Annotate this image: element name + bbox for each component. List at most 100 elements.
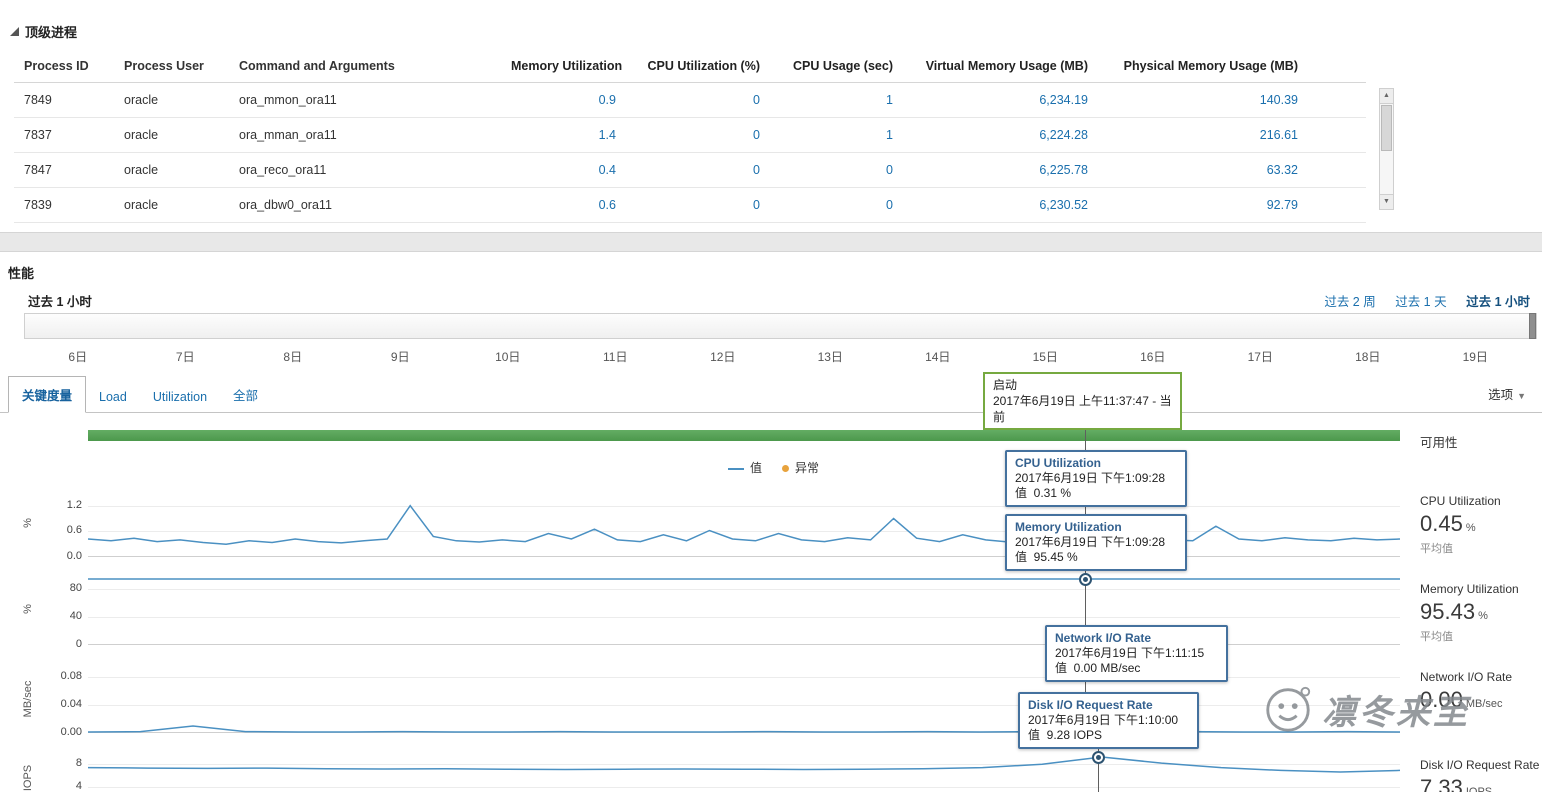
metric-average-label: 平均值 [1420,543,1453,555]
column-header-virtual-memory-usage-mb[interactable]: Virtual Memory Usage (MB) [903,50,1098,83]
date-axis: 6日 7日 8日 9日 10日 11日 12日 13日 14日 15日 16日 17日 18日 19日 [24,348,1529,365]
range-links: 过去 2 周 过去 1 天 过去 1 小时 [1308,291,1530,310]
tab-key-metrics[interactable]: 关键度量 [8,376,87,413]
anomaly-dot-icon [782,465,790,472]
availability-bar[interactable] [88,430,1400,441]
column-header-process-user[interactable]: Process User [114,50,229,83]
metric-value: 95.43 [1420,599,1476,624]
axis-unit-cpu-utilization: % [22,518,34,528]
chart-line-cpu-utilization [88,504,1400,545]
chart-axis-cpu-utilization: 1.2 0.6 0.0 [44,495,82,562]
chart-axis-disk-i-o-request-rate: 84 [44,753,82,792]
table-scrollbar[interactable]: ▲ ▼ [1379,88,1394,210]
disk-point-marker[interactable] [1092,751,1105,764]
collapse-triangle-icon[interactable] [10,27,19,36]
cell: ora_reco_ora11 [229,152,501,188]
top-processes-tbody: 7849 oracle ora_mmon_ora11 0.9 0 1 6,234.19 140… [14,82,1366,223]
callout-value: 值 0.31 % [1015,486,1072,500]
scrollbar-thumb[interactable] [1381,105,1392,151]
top-processes-header[interactable]: 顶级进程 [10,22,77,41]
cell: 92.79 [1098,187,1308,223]
date-label: 16日 [1140,350,1166,364]
performance-title: 性能 [8,266,35,281]
current-range-label: 过去 1 小时 [28,295,92,309]
date-label: 11日 [603,350,628,364]
callout-title: Network I/O Rate [1055,631,1152,645]
tick-label: 0 [75,638,82,650]
metric-name: Memory Utilization [1420,582,1519,596]
cell: oracle [114,152,229,188]
chart-disk-i-o-request-rate[interactable] [88,753,1400,792]
startup-time: 2017年6月19日 上午11:37:47 - 当前 [993,394,1172,424]
cell: 0 [626,152,770,188]
scroll-up-icon[interactable]: ▲ [1380,89,1393,104]
tab-utilization[interactable]: Utilization [140,382,220,412]
date-label: 19日 [1462,350,1488,364]
callout-title: Disk I/O Request Rate [1028,698,1153,712]
cell: 6,224.28 [903,117,1098,153]
cell: 1.4 [501,117,626,153]
column-header-memory-utilization[interactable]: Memory Utilization (%) [501,50,626,83]
cell: 0.4 [501,152,626,188]
cell: 0.6 [501,187,626,223]
metric-disk-i-o-request-rate: Disk I/O Request Rate 7.33 IOPS [1420,758,1542,792]
range-link-1day[interactable]: 过去 1 天 [1395,295,1446,309]
options-dropdown[interactable]: 选项 ▼ [1488,384,1526,412]
cell: oracle [114,117,229,153]
date-label: 12日 [710,350,736,364]
tab-all[interactable]: 全部 [220,377,271,412]
cell: 216.61 [1098,117,1308,153]
range-link-1hour[interactable]: 过去 1 小时 [1466,295,1530,309]
metric-average-label: 平均值 [1420,631,1453,643]
callout-memory-utilization: Memory Utilization 2017年6月19日 下午1:09:28 值 … [1005,514,1187,571]
metric-cpu-utilization: CPU Utilization 0.45% 平均值 [1420,494,1542,556]
availability-label: 可用性 [1420,436,1458,450]
date-label: 15日 [1032,350,1058,364]
column-header-filler [1308,50,1366,83]
legend-anomaly: 异常 [782,459,819,476]
cell: 0 [770,152,903,188]
cell-filler [1308,82,1366,118]
chart-cpu-utilization[interactable] [88,495,1400,557]
scroll-down-icon[interactable]: ▼ [1380,194,1393,209]
table-row[interactable]: 7837 oracle ora_mman_ora11 1.4 0 1 6,224.28 216… [14,117,1366,153]
metric-unit: % [1465,522,1476,534]
metric-unit: MB/sec [1465,698,1503,710]
cell: 1 [770,82,903,118]
cell: 140.39 [1098,82,1308,118]
tab-load[interactable]: Load [86,382,140,412]
memory-point-marker[interactable] [1079,573,1092,586]
cell: 7839 [14,187,114,223]
chart-axis-memory-utilization: 80 40 0 [44,578,82,650]
line-swatch-icon [728,467,744,470]
range-link-2weeks[interactable]: 过去 2 周 [1324,295,1375,309]
top-processes-table: Process ID Process User Command and Argume… [14,50,1366,223]
cell: 7849 [14,82,114,118]
watermark: 凛冬来至 [1262,683,1470,735]
callout-time: 2017年6月19日 下午1:11:15 [1055,646,1205,660]
table-row[interactable]: 7839 oracle ora_dbw0_ora11 0.6 0 0 6,230.52 92.… [14,187,1366,223]
table-row[interactable]: 7849 oracle ora_mmon_ora11 0.9 0 1 6,234.19 140… [14,82,1366,118]
tick-label: 80 [69,582,82,594]
date-label: 10日 [495,350,521,364]
tick-label: 0.6 [66,524,82,536]
callout-title: CPU Utilization [1015,456,1101,470]
cell: 0 [626,82,770,118]
column-header-process-id[interactable]: Process ID [14,50,114,83]
column-header-physical-memory-usage-mb[interactable]: Physical Memory Usage (MB) [1098,50,1308,83]
cell: 6,230.52 [903,187,1098,223]
metric-value-row: 95.43% [1420,599,1542,625]
column-header-cpu-utilization[interactable]: CPU Utilization (%) [626,50,770,83]
column-header-command-and-arguments[interactable]: Command and Arguments [229,50,501,83]
tick-label: 0.0 [66,550,82,562]
timeline-slider[interactable] [24,313,1537,339]
table-row[interactable]: 7847 oracle ora_reco_ora11 0.4 0 0 6,225.78 63.… [14,152,1366,188]
timeline-handle[interactable] [1529,313,1536,339]
cell: 63.32 [1098,152,1308,188]
callout-value: 值 95.45 % [1015,550,1078,564]
column-header-cpu-usage-sec[interactable]: CPU Usage (sec) [770,50,903,83]
metric-value: 0.45 [1420,511,1463,536]
metric-unit: % [1478,610,1488,622]
axis-unit-disk-i-o-request-rate: IOPS [22,764,34,792]
section-divider [0,232,1542,252]
